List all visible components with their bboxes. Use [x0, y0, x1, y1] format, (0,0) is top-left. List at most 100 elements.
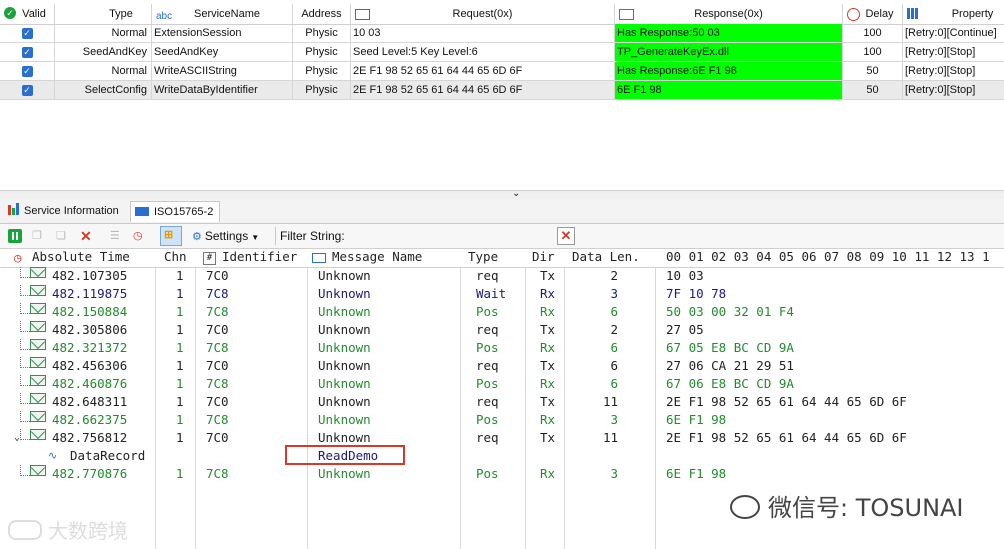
header-dir[interactable]: Dir [532, 249, 555, 264]
tree-connector [20, 339, 30, 350]
trace-row[interactable]: 482.119875 1 7C8 Unknown Wait Rx 3 7F 10 78 [0, 285, 1004, 303]
chevron-collapse-icon[interactable]: ⌄ [512, 188, 520, 199]
clear-filter-button[interactable]: ✕ [557, 227, 575, 245]
valid-checkbox[interactable]: ✓ [0, 62, 55, 81]
filter-input[interactable] [350, 227, 554, 245]
valid-checkbox[interactable]: ✓ [0, 81, 55, 100]
pause-button[interactable] [8, 229, 22, 243]
trace-dir: Rx [540, 466, 556, 481]
header-response[interactable]: Response(0x) [615, 4, 843, 24]
header-chn[interactable]: Chn [164, 249, 187, 264]
paste-icon[interactable]: ❏ [56, 227, 66, 245]
header-request[interactable]: Request(0x) [351, 4, 615, 24]
header-data-bytes[interactable]: 00 01 02 03 04 05 06 07 08 09 10 11 12 1… [666, 249, 990, 264]
service-address: Physic [293, 24, 351, 43]
trace-type: req [476, 268, 499, 283]
trace-dir: Tx [540, 394, 556, 409]
valid-checkbox[interactable]: ✓ [0, 24, 55, 43]
header-service-name[interactable]: abc ServiceName [152, 4, 293, 24]
trace-row[interactable]: 482.321372 1 7C8 Unknown Pos Rx 6 67 05 E8 BC C… [0, 339, 1004, 357]
trace-identifier: 7C0 [206, 358, 229, 373]
service-request: 2E F1 98 52 65 61 64 44 65 6D 6F [351, 62, 615, 81]
header-absolute-time[interactable]: Absolute Time [32, 249, 130, 264]
trace-row[interactable]: 482.648311 1 7C0 Unknown req Tx 11 2E F1 98 52 … [0, 393, 1004, 411]
add-frame-button[interactable]: ⊞ [160, 226, 182, 246]
header-address[interactable]: Address [293, 4, 351, 24]
service-address: Physic [293, 81, 351, 100]
expand-chevron-icon[interactable]: ⌄ [14, 429, 20, 447]
service-type: SelectConfig [55, 81, 152, 100]
envelope-icon [312, 253, 326, 263]
trace-message-name: Unknown [318, 376, 371, 391]
add-icon: ⊞ [164, 229, 174, 241]
trace-type: req [476, 322, 499, 337]
trace-child-name: DataRecord [70, 448, 146, 463]
envelope-icon [30, 429, 46, 440]
trace-time: 482.107305 [52, 268, 128, 283]
trace-time: 482.662375 [52, 412, 128, 427]
trace-row[interactable]: 482.456306 1 7C0 Unknown req Tx 6 27 06 CA 21 2… [0, 357, 1004, 375]
trace-data-len: 6 [610, 358, 618, 373]
header-valid[interactable]: ✓ Valid [0, 4, 55, 24]
trace-data-bytes: 2E F1 98 52 65 61 64 44 65 6D 6F [666, 394, 907, 409]
header-data-len[interactable]: Data Len. [572, 249, 640, 264]
trace-dir: Tx [540, 322, 556, 337]
service-delay: 100 [843, 43, 903, 62]
service-row[interactable]: ✓ SeedAndKey SeedAndKey Physic Seed Leve… [0, 43, 1004, 62]
envelope-icon [30, 465, 46, 476]
valid-checkbox[interactable]: ✓ [0, 43, 55, 62]
list-icon[interactable]: ☰ [110, 227, 120, 245]
header-message-name[interactable]: Message Name [332, 249, 422, 264]
trace-message-name: Unknown [318, 268, 371, 283]
clock-icon[interactable]: ◷ [133, 227, 143, 245]
service-row[interactable]: ✓ Normal ExtensionSession Physic 10 03 H… [0, 24, 1004, 43]
trace-chn: 1 [176, 322, 184, 337]
trace-child-row[interactable]: ∿ DataRecord ReadDemo [0, 447, 1004, 465]
trace-row[interactable]: 482.150884 1 7C8 Unknown Pos Rx 6 50 03 00 32 0… [0, 303, 1004, 321]
settings-dropdown[interactable]: ⚙ Settings ▼ [192, 227, 259, 245]
grid-icon [907, 8, 919, 19]
header-type[interactable]: Type [55, 4, 152, 24]
clear-button[interactable]: ✕ [80, 227, 92, 245]
service-type: Normal [55, 24, 152, 43]
wechat-watermark: 微信号: TOSUNAI [730, 488, 964, 523]
trace-time: 482.456306 [52, 358, 128, 373]
pause-icon [12, 232, 14, 240]
service-address: Physic [293, 62, 351, 81]
tab-iso15765[interactable]: ISO15765-2 [130, 201, 220, 222]
service-request: 2E F1 98 52 65 61 64 44 65 6D 6F [351, 81, 615, 100]
trace-row[interactable]: 482.770876 1 7C8 Unknown Pos Rx 3 6E F1 98 [0, 465, 1004, 483]
service-response: Has Response:6E F1 98 [615, 62, 843, 81]
header-type[interactable]: Type [468, 249, 498, 264]
service-row[interactable]: ✓ Normal WriteASCIIString Physic 2E F1 9… [0, 62, 1004, 81]
header-identifier[interactable]: Identifier [222, 249, 297, 264]
tab-service-information[interactable]: Service Information [4, 201, 123, 222]
service-name: WriteDataByIdentifier [152, 81, 293, 100]
trace-row[interactable]: 482.305806 1 7C0 Unknown req Tx 2 27 05 [0, 321, 1004, 339]
service-table-header: ✓ Valid Type abc ServiceName Address Req… [0, 4, 1004, 25]
trace-row[interactable]: 482.107305 1 7C0 Unknown req Tx 2 10 03 [0, 267, 1004, 285]
trace-time: 482.119875 [52, 286, 128, 301]
trace-chn: 1 [176, 466, 184, 481]
trace-identifier: 7C0 [206, 322, 229, 337]
trace-data-len: 3 [610, 412, 618, 427]
trace-dir: Rx [540, 286, 556, 301]
trace-row[interactable]: 482.460876 1 7C8 Unknown Pos Rx 6 67 06 E8 BC C… [0, 375, 1004, 393]
tree-connector [20, 357, 30, 368]
trace-dir: Rx [540, 304, 556, 319]
header-property[interactable]: Property [903, 4, 1004, 24]
service-request: Seed Level:5 Key Level:6 [351, 43, 615, 62]
service-row-selected[interactable]: ✓ SelectConfig WriteDataByIdentifier Phy… [0, 81, 1004, 100]
trace-data-bytes: 67 06 E8 BC CD 9A [666, 376, 794, 391]
trace-row[interactable]: ⌄ 482.756812 1 7C0 Unknown req Tx 11 2E F1 98 52… [0, 429, 1004, 447]
service-type: SeedAndKey [55, 43, 152, 62]
check-circle-icon: ✓ [4, 7, 16, 19]
hash-icon: # [203, 252, 216, 265]
copy-icon[interactable]: ❐ [32, 227, 42, 245]
header-delay[interactable]: Delay [843, 4, 903, 24]
service-delay: 100 [843, 24, 903, 43]
trace-identifier: 7C8 [206, 376, 229, 391]
trace-row[interactable]: 482.662375 1 7C8 Unknown Pos Rx 3 6E F1 98 [0, 411, 1004, 429]
trace-time: 482.648311 [52, 394, 128, 409]
trace-chn: 1 [176, 268, 184, 283]
